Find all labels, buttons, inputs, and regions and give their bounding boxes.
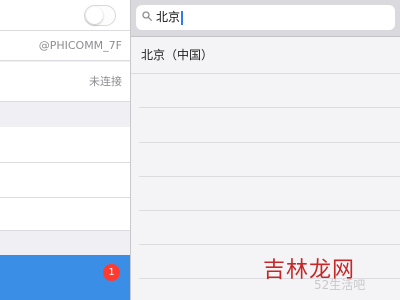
search-field[interactable]: 北京 [136, 5, 395, 30]
search-result-label: 北京（中国） [141, 48, 214, 62]
list-separator [139, 107, 400, 108]
connection-status: 未连接 [89, 75, 122, 88]
list-separator [139, 176, 400, 177]
notification-badge: 1 [103, 264, 120, 281]
search-query: 北京 [156, 10, 181, 24]
search-input[interactable]: 北京 [156, 5, 183, 30]
list-separator [139, 210, 400, 211]
toggle-knob [86, 7, 103, 24]
settings-row[interactable] [0, 127, 130, 163]
toggle-switch[interactable] [84, 5, 116, 26]
toggle-row [0, 0, 130, 31]
list-separator [139, 244, 400, 245]
wifi-network-row[interactable]: @PHICOMM_7F [0, 31, 130, 61]
list-separator [139, 142, 400, 143]
search-bar: 北京 [131, 0, 400, 37]
wifi-network-name: @PHICOMM_7F [38, 39, 122, 52]
connection-status-row[interactable]: 未连接 [0, 62, 130, 102]
settings-row[interactable] [0, 198, 130, 231]
search-result-row[interactable]: 北京（中国） [131, 37, 400, 74]
settings-panel: @PHICOMM_7F 未连接 1 [0, 0, 131, 300]
text-caret [181, 10, 183, 25]
settings-row[interactable] [0, 163, 130, 198]
watermark-sub: 52生活吧 [314, 278, 366, 292]
search-icon [142, 11, 152, 21]
